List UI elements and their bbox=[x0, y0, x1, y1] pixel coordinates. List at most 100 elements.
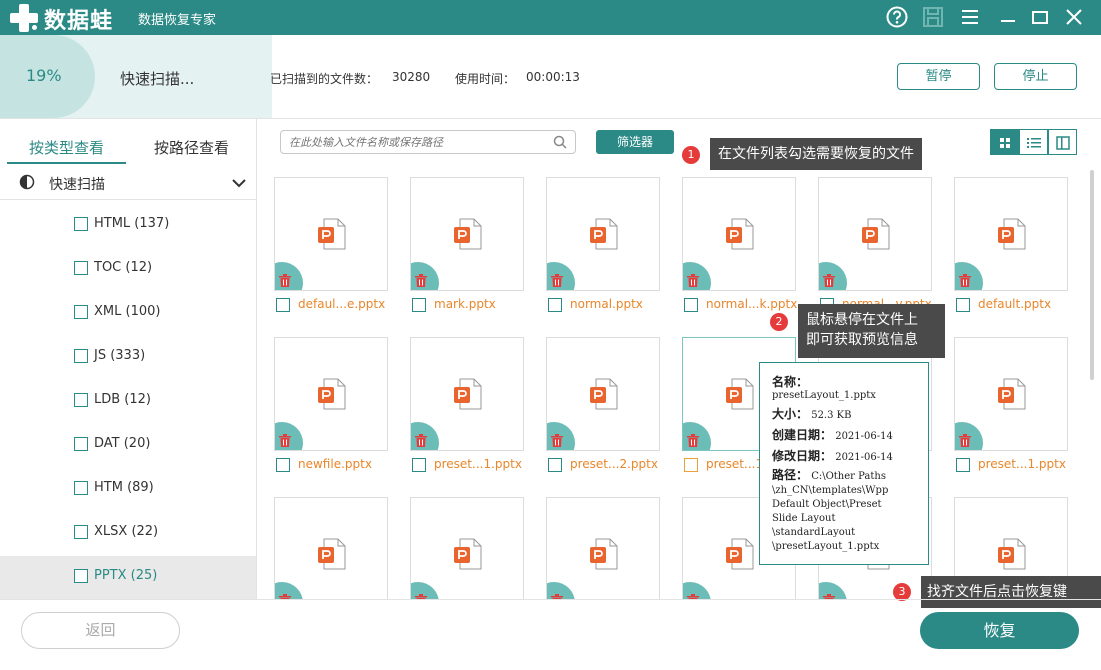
checkbox[interactable] bbox=[74, 217, 88, 231]
save-icon[interactable] bbox=[920, 4, 946, 30]
file-checkbox[interactable] bbox=[412, 298, 426, 312]
sidebar-item-html[interactable]: HTML (137) bbox=[0, 204, 256, 248]
file-thumbnail[interactable] bbox=[410, 177, 524, 291]
sidebar-item-xml[interactable]: XML (100) bbox=[0, 292, 256, 336]
sidebar-item-pptx[interactable]: PPTX (25) bbox=[0, 556, 256, 599]
tip-number: 2 bbox=[770, 313, 788, 331]
pptx-file-icon bbox=[998, 538, 1026, 570]
pptx-file-icon bbox=[998, 378, 1026, 410]
checkbox[interactable] bbox=[74, 261, 88, 275]
file-checkbox[interactable] bbox=[548, 298, 562, 312]
list-view-button[interactable] bbox=[1019, 129, 1048, 155]
sidebar-item-label: TOC (12) bbox=[94, 260, 153, 275]
grid-view-icon bbox=[1000, 138, 1010, 148]
trash-icon[interactable] bbox=[551, 274, 563, 287]
pptx-file-icon bbox=[454, 378, 482, 410]
detail-view-icon bbox=[1056, 136, 1070, 150]
pptx-file-icon bbox=[454, 538, 482, 570]
sidebar-item-toc[interactable]: TOC (12) bbox=[0, 248, 256, 292]
search-icon[interactable] bbox=[553, 135, 567, 149]
back-button[interactable]: 返回 bbox=[21, 612, 180, 649]
trash-icon[interactable] bbox=[279, 434, 291, 447]
file-thumbnail[interactable] bbox=[274, 497, 388, 599]
pptx-file-icon bbox=[318, 218, 346, 250]
file-checkbox[interactable] bbox=[276, 298, 290, 312]
tab-by-type[interactable]: 按类型查看 bbox=[29, 137, 104, 158]
checkbox[interactable] bbox=[74, 525, 88, 539]
file-checkbox[interactable] bbox=[956, 458, 970, 472]
trash-icon[interactable] bbox=[415, 434, 427, 447]
file-thumbnail[interactable] bbox=[410, 337, 524, 451]
trash-icon[interactable] bbox=[959, 434, 971, 447]
file-thumbnail[interactable] bbox=[274, 177, 388, 291]
search-input[interactable] bbox=[289, 134, 551, 150]
scrollbar-thumb[interactable] bbox=[1090, 170, 1094, 380]
file-name[interactable]: mark.pptx bbox=[434, 297, 496, 311]
trash-icon[interactable] bbox=[959, 274, 971, 287]
stop-button[interactable]: 停止 bbox=[994, 63, 1077, 90]
maximize-icon[interactable] bbox=[1027, 4, 1053, 30]
file-name[interactable]: defaul...e.pptx bbox=[298, 297, 385, 311]
grid-view-button[interactable] bbox=[990, 129, 1019, 155]
file-name[interactable]: preset...2.pptx bbox=[570, 457, 658, 471]
quick-scan-section[interactable]: 快速扫描 bbox=[0, 166, 256, 200]
file-name[interactable]: normal.pptx bbox=[570, 297, 643, 311]
file-thumbnail[interactable] bbox=[682, 177, 796, 291]
checkbox[interactable] bbox=[74, 437, 88, 451]
sidebar-item-xlsx[interactable]: XLSX (22) bbox=[0, 512, 256, 556]
trash-icon[interactable] bbox=[279, 274, 291, 287]
title-bar: 数据蛙 数据恢复专家 bbox=[0, 0, 1101, 35]
file-thumbnail[interactable] bbox=[274, 337, 388, 451]
minimize-icon[interactable] bbox=[995, 4, 1021, 30]
help-icon[interactable] bbox=[884, 4, 910, 30]
sidebar-item-ldb[interactable]: LDB (12) bbox=[0, 380, 256, 424]
file-name[interactable]: preset...1.pptx bbox=[434, 457, 522, 471]
preview-name-label: 名称： bbox=[772, 375, 809, 389]
sidebar-item-js[interactable]: JS (333) bbox=[0, 336, 256, 380]
sidebar-item-dat[interactable]: DAT (20) bbox=[0, 424, 256, 468]
file-name[interactable]: preset...1.pptx bbox=[978, 457, 1066, 471]
checkbox[interactable] bbox=[74, 481, 88, 495]
file-name[interactable]: normal...k.pptx bbox=[706, 297, 797, 311]
checkbox[interactable] bbox=[74, 349, 88, 363]
chevron-down-icon[interactable] bbox=[231, 177, 247, 189]
file-thumbnail[interactable] bbox=[954, 177, 1068, 291]
file-checkbox[interactable] bbox=[412, 458, 426, 472]
tip-line: 鼠标悬停在文件上 bbox=[806, 312, 918, 328]
preview-name-value: presetLayout_1.pptx bbox=[772, 390, 876, 401]
recover-button[interactable]: 恢复 bbox=[920, 612, 1079, 649]
file-name[interactable]: preset...1 bbox=[706, 457, 763, 471]
detail-view-button[interactable] bbox=[1048, 129, 1077, 155]
search-box[interactable] bbox=[280, 130, 576, 154]
file-thumbnail[interactable] bbox=[546, 497, 660, 599]
file-checkbox[interactable] bbox=[276, 458, 290, 472]
trash-icon[interactable] bbox=[415, 274, 427, 287]
close-icon[interactable] bbox=[1061, 4, 1087, 30]
file-thumbnail[interactable] bbox=[546, 177, 660, 291]
checkbox[interactable] bbox=[74, 569, 88, 583]
file-checkbox[interactable] bbox=[956, 298, 970, 312]
trash-icon[interactable] bbox=[823, 274, 835, 287]
tab-by-path[interactable]: 按路径查看 bbox=[154, 137, 229, 158]
file-checkbox[interactable] bbox=[548, 458, 562, 472]
menu-icon[interactable] bbox=[957, 4, 983, 30]
pause-button[interactable]: 暂停 bbox=[897, 63, 980, 90]
file-checkbox[interactable] bbox=[684, 458, 698, 472]
file-thumbnail[interactable] bbox=[954, 337, 1068, 451]
file-name[interactable]: default.pptx bbox=[978, 297, 1051, 311]
trash-icon[interactable] bbox=[687, 274, 699, 287]
trash-icon[interactable] bbox=[687, 434, 699, 447]
file-thumbnail[interactable] bbox=[410, 497, 524, 599]
sidebar-item-htm[interactable]: HTM (89) bbox=[0, 468, 256, 512]
preview-modified-label: 修改日期： bbox=[772, 449, 833, 463]
scan-status: 快速扫描... bbox=[120, 70, 195, 88]
filter-button[interactable]: 筛选器 bbox=[596, 130, 674, 154]
file-name[interactable]: newfile.pptx bbox=[298, 457, 372, 471]
file-thumbnail[interactable] bbox=[818, 177, 932, 291]
checkbox[interactable] bbox=[74, 393, 88, 407]
file-checkbox[interactable] bbox=[684, 298, 698, 312]
file-thumbnail[interactable] bbox=[546, 337, 660, 451]
checkbox[interactable] bbox=[74, 305, 88, 319]
pptx-file-icon bbox=[454, 218, 482, 250]
trash-icon[interactable] bbox=[551, 434, 563, 447]
